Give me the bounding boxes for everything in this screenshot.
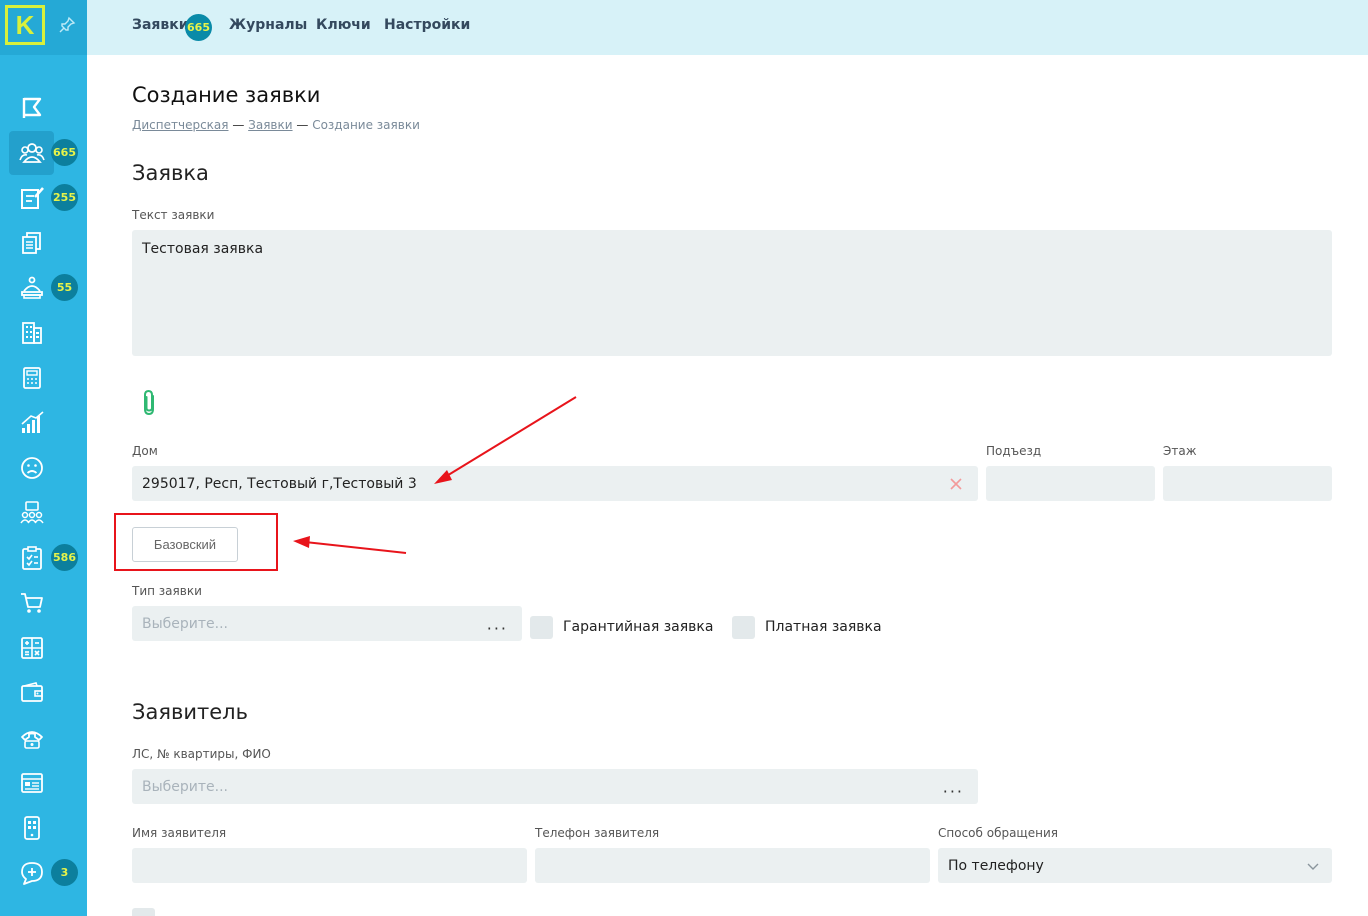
house-label: Дом — [132, 444, 158, 458]
nav-item-keys[interactable]: Ключи — [316, 17, 371, 33]
partial-checkbox[interactable] — [132, 908, 155, 916]
calculator-icon — [22, 367, 41, 389]
paid-checkbox[interactable] — [732, 616, 755, 639]
service-icon — [20, 276, 43, 299]
sidebar-item-service[interactable] — [9, 266, 54, 310]
sidebar-item-calculator[interactable] — [9, 356, 54, 400]
request-type-select[interactable]: Выберите... ... — [132, 606, 522, 641]
panel-icon — [20, 773, 43, 793]
clipboard-icon — [21, 546, 42, 570]
building-icon — [21, 322, 42, 344]
applicant-name-input[interactable] — [132, 848, 527, 883]
chat-add-icon — [20, 862, 43, 885]
sidebar-item-shop[interactable] — [9, 581, 54, 625]
pin-icon[interactable] — [58, 16, 76, 34]
breadcrumb-requests[interactable]: Заявки — [248, 118, 292, 132]
account-label: ЛС, № квартиры, ФИО — [132, 747, 271, 761]
breadcrumb-current: Создание заявки — [312, 118, 420, 132]
paid-label[interactable]: Платная заявка — [765, 619, 882, 635]
users-icon — [18, 143, 45, 163]
sidebar-item-panel[interactable] — [9, 761, 54, 805]
sidebar-item-analytics[interactable] — [9, 401, 54, 445]
group-icon — [19, 501, 44, 524]
annotation-arrow-button — [304, 541, 407, 554]
sidebar-badge-tasks: 586 — [51, 544, 78, 571]
house-value: 295017, Респ, Тестовый г,Тестовый 3 — [142, 475, 417, 492]
more-icon[interactable]: ... — [487, 614, 508, 633]
applicant-name-label: Имя заявителя — [132, 826, 227, 840]
clear-icon[interactable] — [949, 477, 963, 491]
calc-grid-icon — [20, 637, 43, 659]
sidebar-item-chat[interactable] — [9, 851, 54, 895]
contact-method-select[interactable]: По телефону — [938, 848, 1332, 883]
request-text-area[interactable]: Тестовая заявка — [132, 230, 1332, 356]
request-text-value: Тестовая заявка — [142, 241, 264, 257]
sidebar-item-tasks[interactable] — [9, 536, 54, 580]
floor-label: Этаж — [1163, 444, 1197, 458]
breadcrumb-separator: — — [296, 118, 309, 132]
applicant-phone-label: Телефон заявителя — [535, 826, 660, 840]
house-input[interactable]: 295017, Респ, Тестовый г,Тестовый 3 — [132, 466, 978, 501]
sidebar-badge-service: 55 — [51, 274, 78, 301]
sidebar-item-dispatch[interactable] — [9, 86, 54, 130]
sad-face-icon — [20, 457, 43, 479]
floor-input[interactable] — [1163, 466, 1332, 501]
nav-item-journals[interactable]: Журналы — [229, 17, 307, 33]
chevron-down-icon — [1307, 863, 1319, 870]
sidebar-badge-requests: 665 — [51, 139, 78, 166]
annotation-arrow-house — [444, 396, 577, 478]
sidebar-item-documents[interactable] — [9, 221, 54, 265]
entrance-input[interactable] — [986, 466, 1155, 501]
account-placeholder: Выберите... — [142, 778, 229, 795]
flag-icon — [22, 97, 41, 118]
nav-badge-requests: 665 — [185, 14, 212, 41]
edit-doc-icon — [20, 187, 44, 209]
logo-area: K — [0, 0, 87, 55]
cart-icon — [20, 593, 43, 613]
phone-icon — [20, 731, 43, 749]
logo[interactable]: K — [5, 5, 45, 45]
sidebar: K 665 255 55 586 3 — [0, 0, 87, 916]
breadcrumb: Диспетчерская — Заявки — Создание заявки — [132, 118, 420, 132]
top-nav: Заявки 665 Журналы Ключи Настройки — [87, 0, 1368, 55]
breadcrumb-dispatch[interactable]: Диспетчерская — [132, 118, 229, 132]
more-icon[interactable]: ... — [943, 777, 964, 796]
logo-letter: K — [16, 10, 35, 40]
mobile-icon — [23, 816, 40, 840]
warranty-checkbox[interactable] — [530, 616, 553, 639]
sidebar-item-requests[interactable] — [9, 131, 54, 175]
app-root: K 665 255 55 586 3 Заявки 665 Журналы Кл… — [0, 0, 1368, 916]
annotation-arrowhead-button — [293, 536, 310, 548]
documents-icon — [21, 232, 41, 254]
sidebar-item-buildings[interactable] — [9, 311, 54, 355]
sidebar-badge-edit: 255 — [51, 184, 78, 211]
page-title: Создание заявки — [132, 83, 321, 107]
sidebar-item-mobile[interactable] — [9, 806, 54, 850]
request-type-label: Тип заявки — [132, 584, 202, 598]
sidebar-item-calls[interactable] — [9, 716, 54, 760]
entrance-label: Подъезд — [986, 444, 1042, 458]
contact-method-value: По телефону — [948, 857, 1044, 874]
nav-item-requests[interactable]: Заявки — [132, 17, 189, 33]
wallet-icon — [20, 682, 43, 702]
breadcrumb-separator: — — [232, 118, 245, 132]
request-text-label: Текст заявки — [132, 208, 215, 222]
chart-icon — [20, 411, 44, 433]
section-title-request: Заявка — [132, 161, 209, 185]
account-select[interactable]: Выберите... ... — [132, 769, 978, 804]
sidebar-item-wallet[interactable] — [9, 671, 54, 715]
sidebar-item-calc[interactable] — [9, 626, 54, 670]
contact-method-label: Способ обращения — [938, 826, 1058, 840]
applicant-phone-input[interactable] — [535, 848, 930, 883]
request-type-placeholder: Выберите... — [142, 615, 229, 632]
section-title-applicant: Заявитель — [132, 700, 248, 724]
sidebar-item-complaints[interactable] — [9, 446, 54, 490]
paperclip-icon[interactable] — [138, 388, 162, 418]
annotation-highlight-box — [114, 513, 278, 571]
warranty-label[interactable]: Гарантийная заявка — [563, 619, 713, 635]
nav-item-settings[interactable]: Настройки — [384, 17, 470, 33]
sidebar-item-edit[interactable] — [9, 176, 54, 220]
sidebar-item-groups[interactable] — [9, 491, 54, 535]
sidebar-badge-chat: 3 — [51, 859, 78, 886]
